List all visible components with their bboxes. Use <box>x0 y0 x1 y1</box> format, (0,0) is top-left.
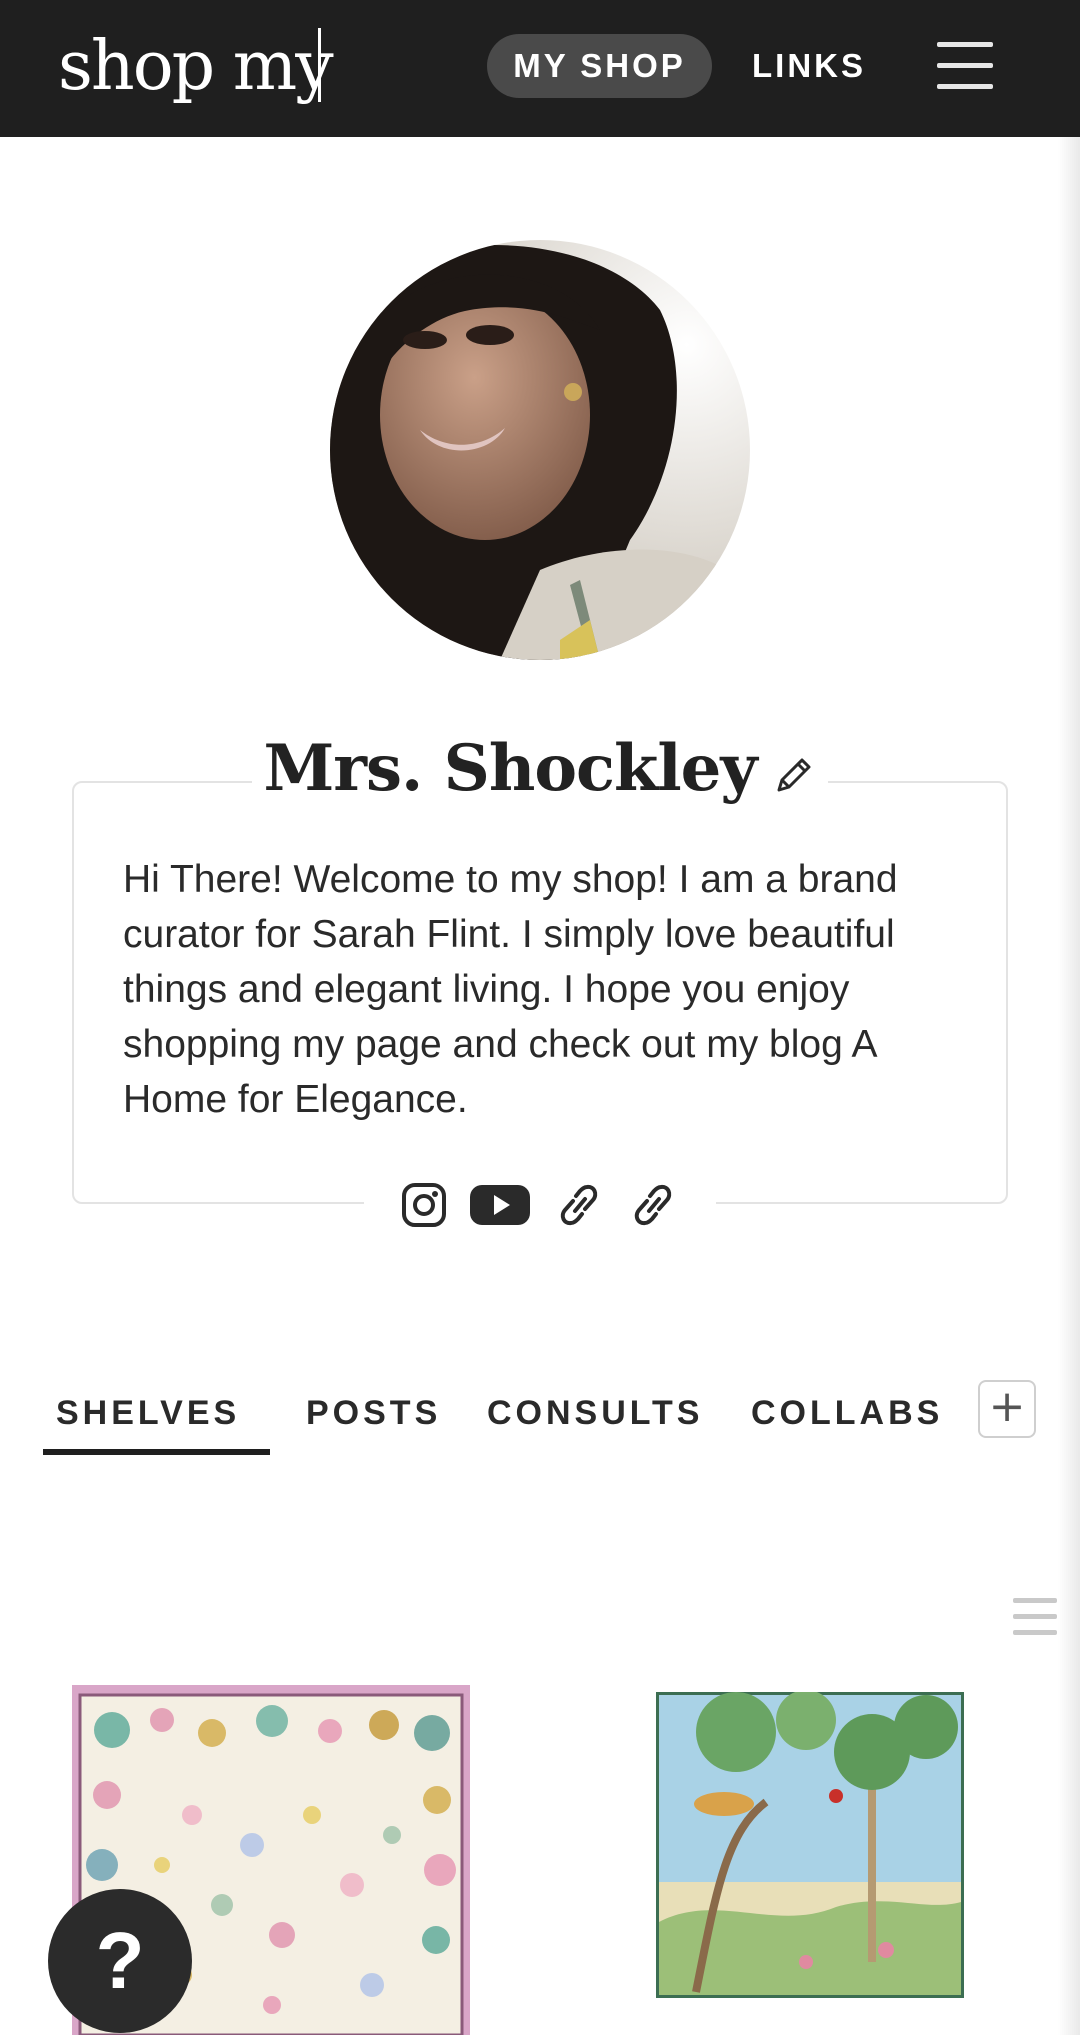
youtube-icon[interactable] <box>469 1183 531 1227</box>
active-tab-indicator <box>43 1449 270 1455</box>
profile-name-row: Mrs. Shockley <box>252 728 828 808</box>
tab-posts[interactable]: POSTS <box>306 1378 441 1448</box>
links-nav-button[interactable]: LINKS <box>752 34 866 98</box>
tab-collabs[interactable]: COLLABS <box>751 1378 943 1448</box>
shopmy-logo[interactable]: shop my <box>58 22 334 112</box>
help-button[interactable]: ? <box>48 1889 192 2033</box>
tab-consults[interactable]: CONSULTS <box>487 1378 703 1448</box>
link-icon[interactable] <box>627 1183 679 1227</box>
pencil-icon[interactable] <box>771 752 817 798</box>
page-edge-shadow <box>1058 137 1080 2035</box>
my-shop-nav-button[interactable]: MY SHOP <box>487 34 712 98</box>
logo-divider <box>318 28 321 102</box>
add-tab-button[interactable]: + <box>978 1380 1036 1438</box>
hamburger-menu-icon[interactable] <box>937 40 993 92</box>
profile-name: Mrs. Shockley <box>263 730 757 806</box>
link-icon[interactable] <box>553 1183 605 1227</box>
shelf-reorder-icon[interactable] <box>1013 1598 1057 1636</box>
profile-avatar <box>330 240 750 660</box>
product-image-jungle-scarf[interactable] <box>656 1692 964 1998</box>
top-navigation-bar: shop my MY SHOP LINKS <box>0 0 1080 137</box>
profile-bio: Hi There! Welcome to my shop! I am a bra… <box>123 858 898 1121</box>
tab-shelves[interactable]: SHELVES <box>56 1378 240 1448</box>
social-links <box>364 1172 716 1238</box>
instagram-icon[interactable] <box>401 1182 447 1228</box>
